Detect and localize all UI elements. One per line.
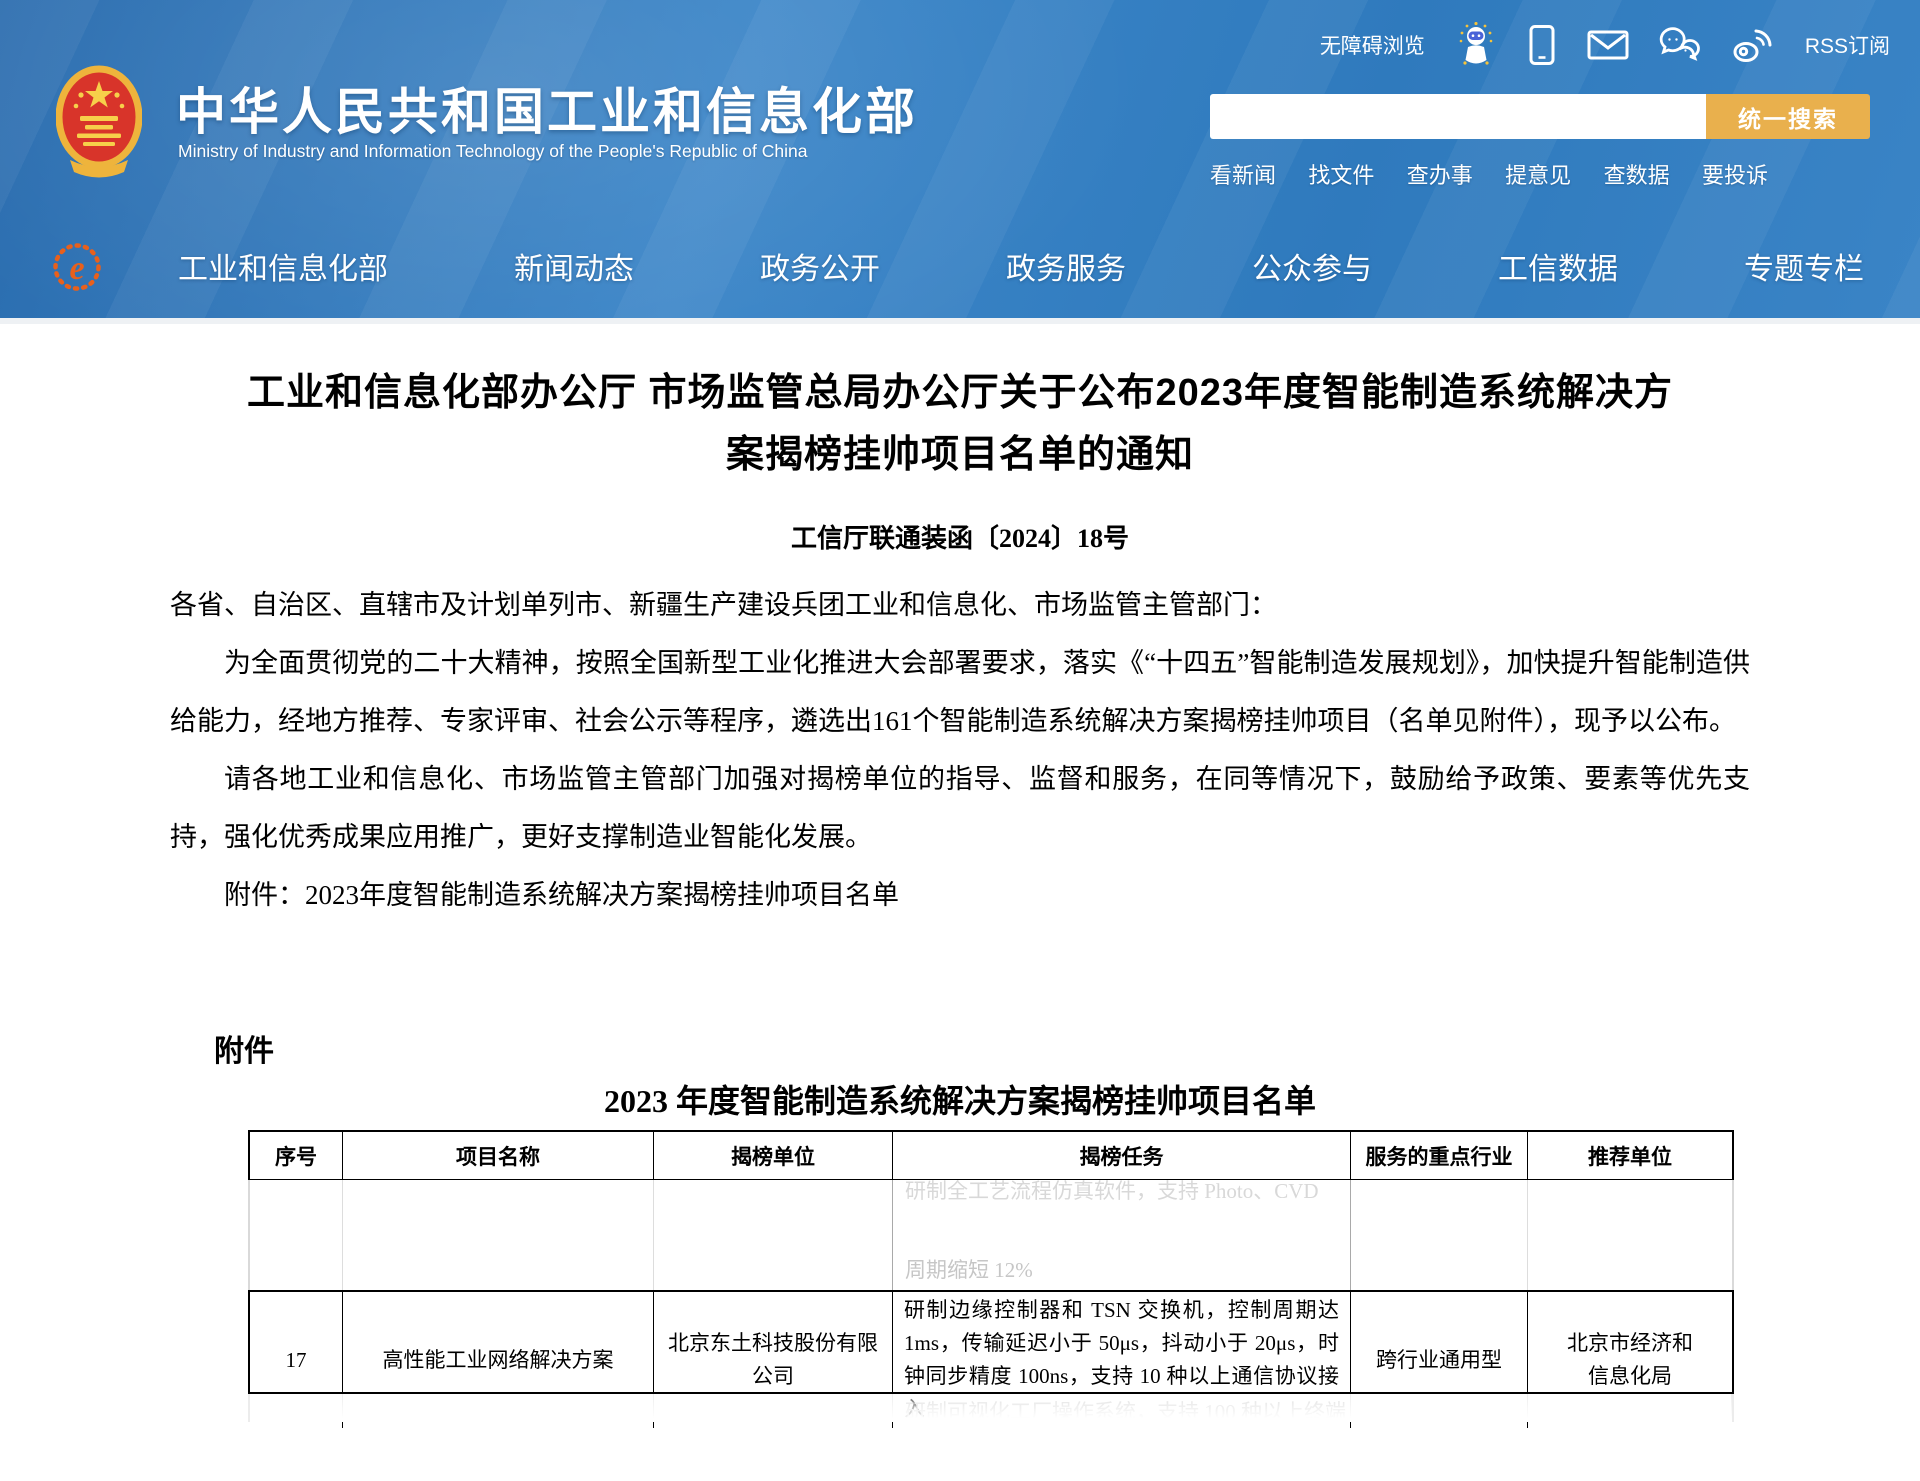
quick-link-services[interactable]: 查办事 [1407, 158, 1473, 190]
document-number: 工信厅联通装函〔2024〕18号 [0, 518, 1920, 555]
table-header-row: 序号 项目名称 揭榜单位 揭榜任务 服务的重点行业 推荐单位 [248, 1130, 1734, 1180]
col-header-recommender: 推荐单位 [1528, 1132, 1732, 1179]
nav-item-gov-services[interactable]: 政务服务 [1006, 244, 1126, 288]
faded-task-cell: 研制全工艺流程仿真软件，支持 Photo、CVD 周期缩短 12% [893, 1180, 1351, 1290]
nav-item-ministry[interactable]: 工业和信息化部 [178, 244, 388, 288]
nav-item-news[interactable]: 新闻动态 [514, 244, 634, 288]
header-divider [0, 318, 1920, 324]
main-nav: 工业和信息化部 新闻动态 政务公开 政务服务 公众参与 工信数据 专题专栏 [178, 244, 1864, 288]
page: 无障碍浏览 [0, 0, 1920, 1481]
site-title: 中华人民共和国工业和信息化部 [176, 72, 918, 144]
nav-item-data[interactable]: 工信数据 [1498, 244, 1618, 288]
col-header-industry: 服务的重点行业 [1351, 1132, 1528, 1179]
attachment-link-line[interactable]: 附件：2023年度智能制造系统解决方案揭榜挂帅项目名单 [170, 866, 1750, 924]
quick-link-data[interactable]: 查数据 [1604, 158, 1670, 190]
document-title-line2: 案揭榜挂帅项目名单的通知 [160, 424, 1760, 486]
table-row-faded-previous: 研制全工艺流程仿真软件，支持 Photo、CVD 周期缩短 12% [248, 1180, 1734, 1290]
wechat-icon[interactable] [1659, 27, 1701, 63]
faded-next-task-line: 研制可视化工厂操作系统，支持 100 种以上终端 [905, 1396, 1346, 1422]
nav-item-gov-disclosure[interactable]: 政务公开 [760, 244, 880, 288]
table-row-faded-next: 研制可视化工厂操作系统，支持 100 种以上终端 [248, 1394, 1734, 1422]
quick-link-feedback[interactable]: 提意见 [1505, 158, 1571, 190]
faded-next-task-cell: 研制可视化工厂操作系统，支持 100 种以上终端 [893, 1394, 1351, 1422]
col-header-unit: 揭榜单位 [654, 1132, 893, 1179]
rss-link[interactable]: RSS订阅 [1805, 30, 1890, 60]
document-body: 各省、自治区、直辖市及计划单列市、新疆生产建设兵团工业和信息化、市场监管主管部门… [170, 576, 1750, 924]
project-table: 序号 项目名称 揭榜单位 揭榜任务 服务的重点行业 推荐单位 研制全工艺流程仿真… [248, 1130, 1734, 1422]
paragraph-2: 请各地工业和信息化、市场监管主管部门加强对揭榜单位的指导、监督和服务，在同等情况… [170, 750, 1750, 866]
mascot-robot-icon[interactable] [1455, 22, 1497, 68]
faded-task-line-bottom: 周期缩短 12% [905, 1254, 1033, 1284]
search-input[interactable] [1210, 94, 1706, 139]
quick-link-documents[interactable]: 找文件 [1308, 158, 1374, 190]
nav-item-public-participation[interactable]: 公众参与 [1252, 244, 1372, 288]
site-subtitle: Ministry of Industry and Information Tec… [178, 141, 807, 162]
quick-link-news[interactable]: 看新闻 [1210, 158, 1276, 190]
weibo-icon[interactable] [1731, 26, 1775, 64]
svg-text:e: e [69, 250, 84, 287]
col-header-task: 揭榜任务 [893, 1132, 1351, 1179]
col-header-project: 项目名称 [343, 1132, 654, 1179]
table-row-17: 17 高性能工业网络解决方案 北京东土科技股份有限公司 研制边缘控制器和 TSN… [248, 1290, 1734, 1394]
national-emblem-icon [56, 64, 142, 184]
quick-link-complaint[interactable]: 要投诉 [1702, 158, 1768, 190]
faded-task-line-top: 研制全工艺流程仿真软件，支持 Photo、CVD [905, 1180, 1319, 1205]
utility-bar: 无障碍浏览 [1320, 22, 1890, 68]
search-button[interactable]: 统一搜索 [1706, 94, 1870, 139]
attachment-table-title: 2023 年度智能制造系统解决方案揭榜挂帅项目名单 [0, 1076, 1920, 1122]
quick-links: 看新闻 找文件 查办事 提意见 查数据 要投诉 [1210, 158, 1768, 190]
paragraph-1: 为全面贯彻党的二十大精神，按照全国新型工业化推进大会部署要求，落实《“十四五”智… [170, 634, 1750, 750]
document-title-line1: 工业和信息化部办公厅 市场监管总局办公厅关于公布2023年度智能制造系统解决方 [160, 362, 1760, 424]
nav-item-special-columns[interactable]: 专题专栏 [1744, 244, 1864, 288]
document-title: 工业和信息化部办公厅 市场监管总局办公厅关于公布2023年度智能制造系统解决方 … [160, 362, 1760, 486]
mail-icon[interactable] [1587, 29, 1629, 61]
salutation: 各省、自治区、直辖市及计划单列市、新疆生产建设兵团工业和信息化、市场监管主管部门… [170, 576, 1750, 634]
col-header-no: 序号 [250, 1132, 343, 1179]
mobile-phone-icon[interactable] [1527, 24, 1557, 66]
search-bar: 统一搜索 [1210, 94, 1870, 139]
attachment-heading: 附件 [214, 1026, 274, 1070]
accessibility-link[interactable]: 无障碍浏览 [1320, 30, 1425, 60]
miit-e-logo-icon: e [50, 240, 104, 294]
